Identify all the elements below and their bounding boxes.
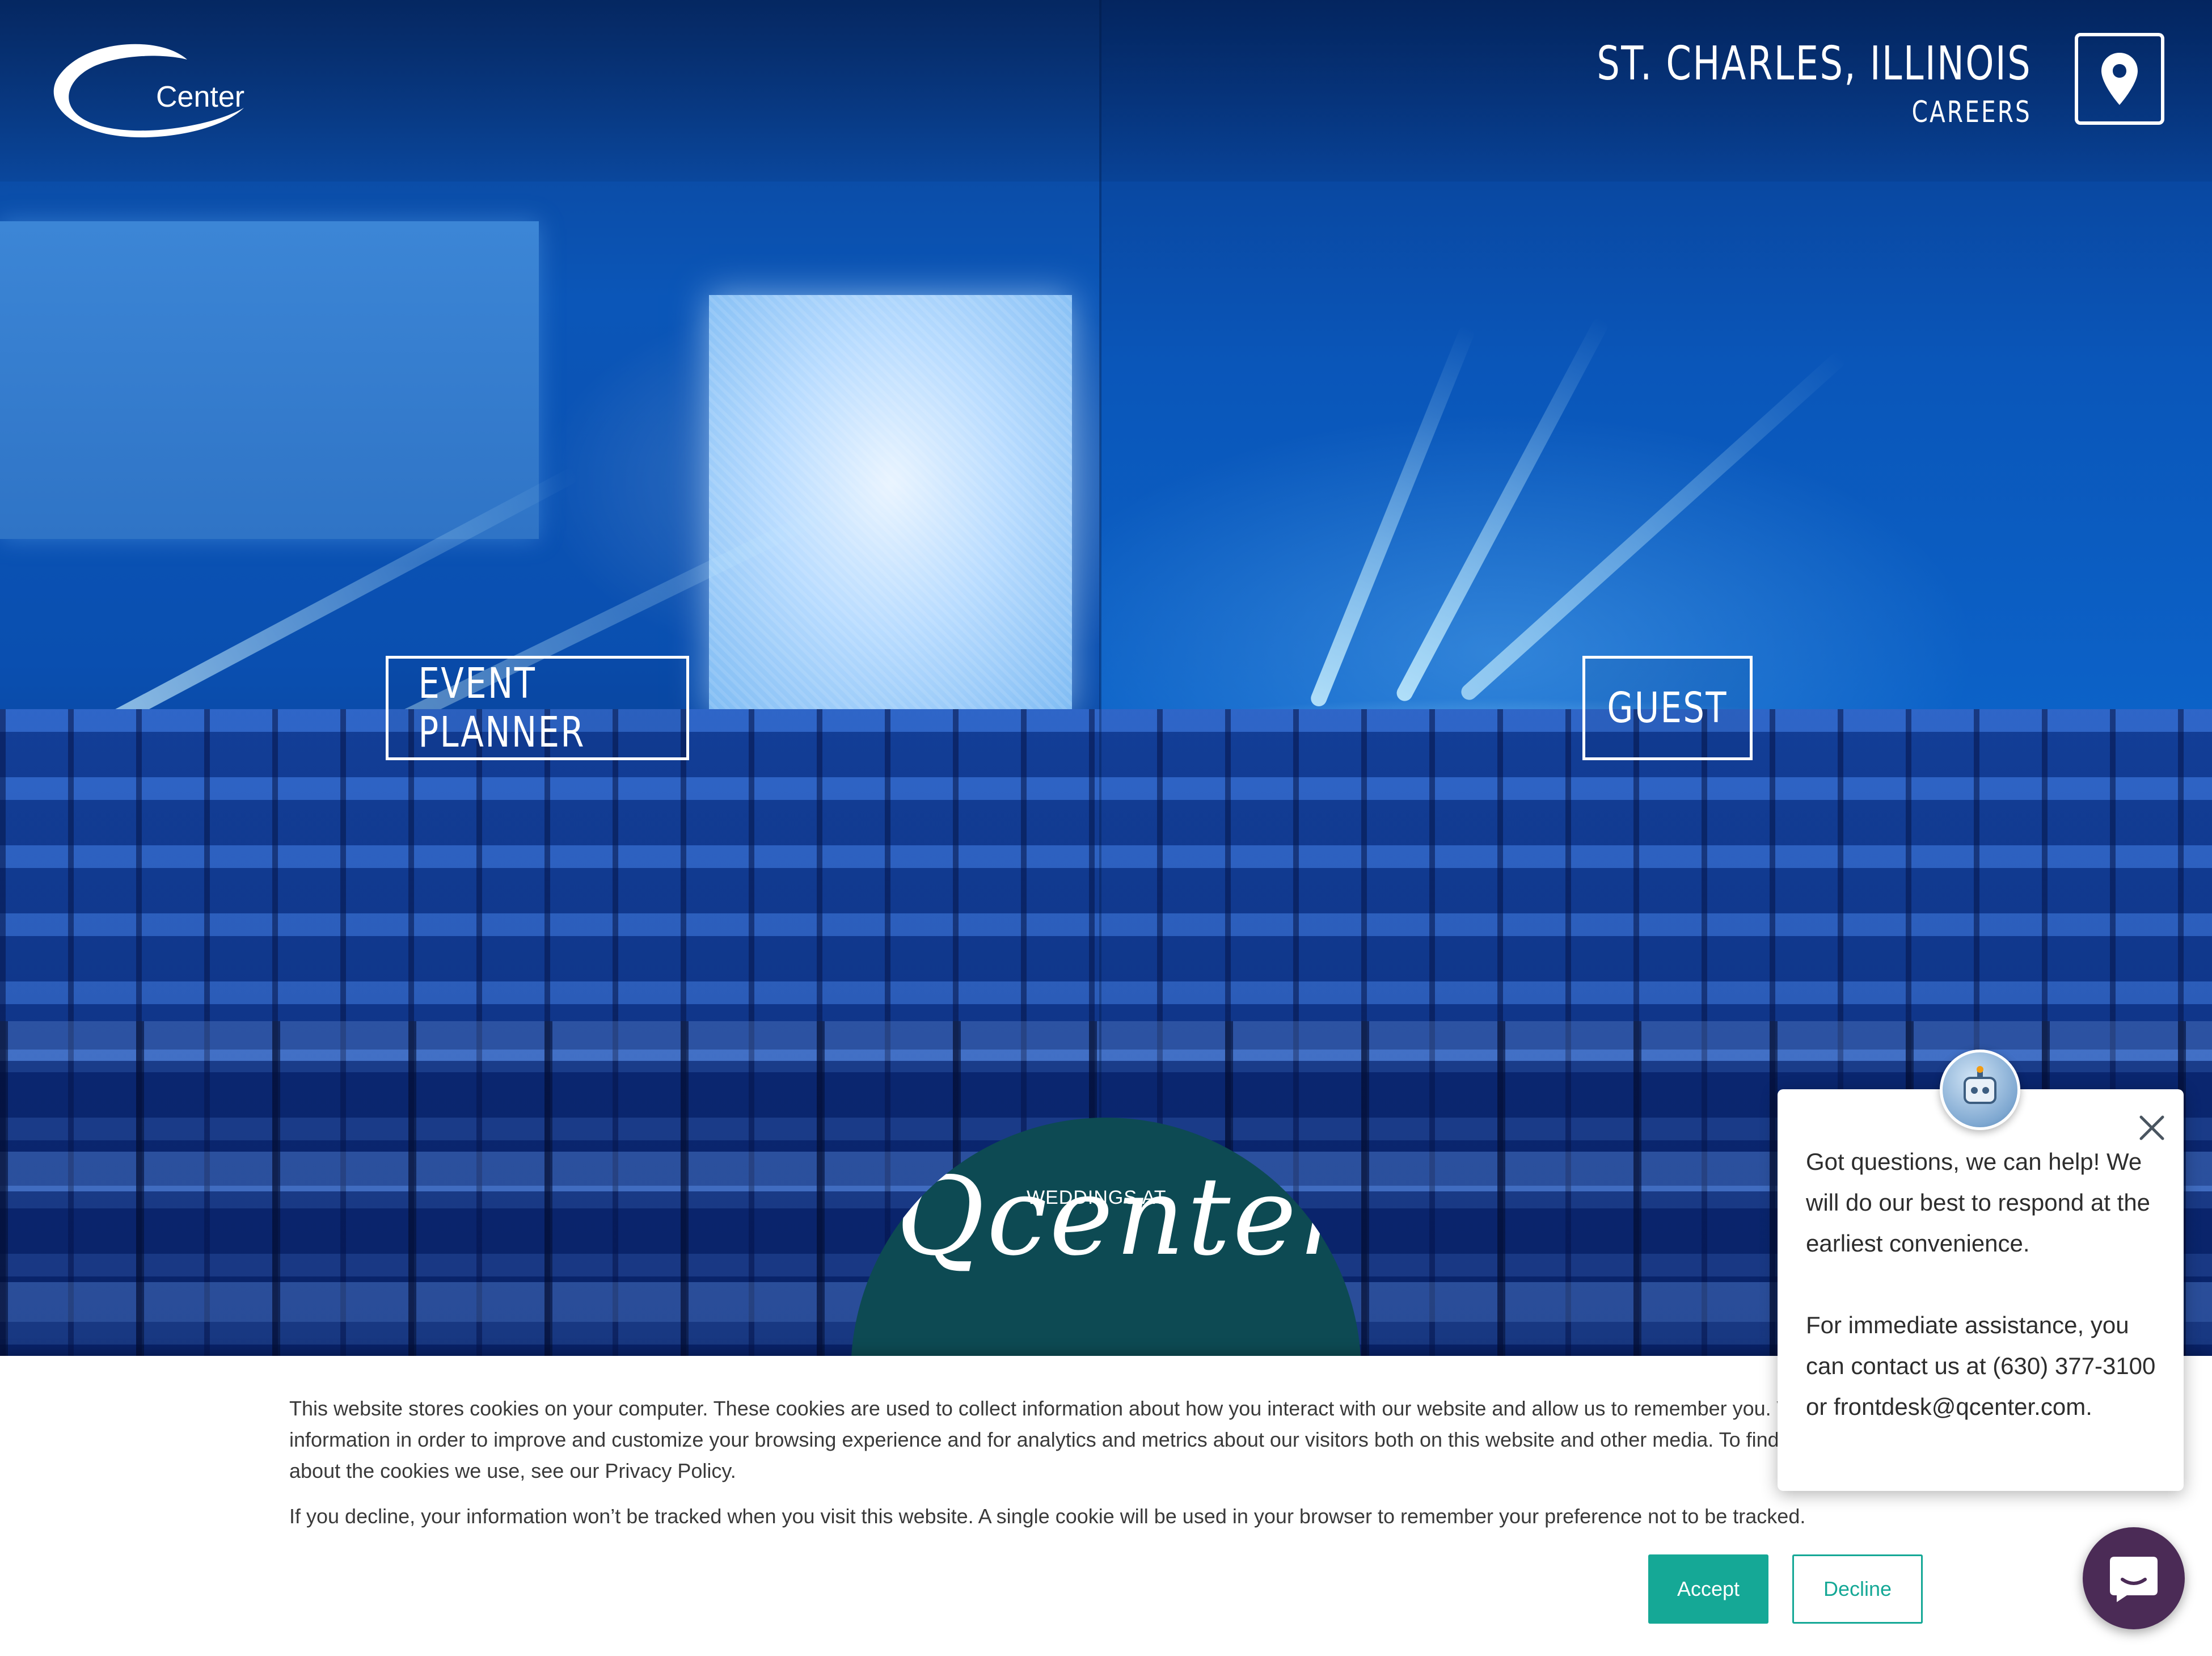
cookie-text-main: This website stores cookies on your comp… <box>289 1397 1884 1482</box>
chat-bubble-icon <box>2110 1557 2158 1602</box>
chat-close-button[interactable] <box>2136 1112 2168 1144</box>
location-title: ST. CHARLES, ILLINOIS <box>1597 37 2032 91</box>
careers-link[interactable]: CAREERS <box>1912 95 2032 129</box>
event-planner-label: EVENT PLANNER <box>418 659 585 757</box>
light-beam <box>1308 324 1476 709</box>
light-wall-backdrop <box>709 295 1072 715</box>
light-beam <box>1394 315 1611 704</box>
projection-screen-left <box>0 221 539 539</box>
chat-message-card: Got questions, we can help! We will do o… <box>1778 1089 2184 1491</box>
qcenter-logo[interactable]: Center <box>45 40 250 148</box>
guest-button[interactable]: GUEST <box>1582 656 1753 760</box>
cookie-text-decline-info: If you decline, your information won’t b… <box>289 1505 1806 1528</box>
wedding-script-text: Qcenter <box>896 1154 1353 1279</box>
chat-message-1: Got questions, we can help! We will do o… <box>1806 1148 2151 1257</box>
close-icon <box>2139 1115 2164 1140</box>
logo-wordmark: Center <box>156 81 244 113</box>
event-planner-button[interactable]: EVENT PLANNER <box>386 656 689 760</box>
decline-cookies-button[interactable]: Decline <box>1792 1554 1923 1624</box>
map-pin-icon <box>2101 53 2138 105</box>
chat-launcher-button[interactable] <box>2083 1527 2185 1629</box>
map-location-button[interactable] <box>2075 33 2164 125</box>
chatbot-avatar-icon <box>1940 1050 2020 1130</box>
page: Center ST. CHARLES, ILLINOIS CAREERS EVE… <box>0 0 2212 1656</box>
light-beam <box>1458 349 1848 703</box>
location-block: ST. CHARLES, ILLINOIS CAREERS <box>1474 37 2032 129</box>
chat-message-2: For immediate assistance, you can contac… <box>1806 1312 2156 1420</box>
guest-label: GUEST <box>1607 684 1728 732</box>
chat-message-text: Got questions, we can help! We will do o… <box>1806 1141 2169 1427</box>
accept-cookies-button[interactable]: Accept <box>1648 1554 1768 1624</box>
